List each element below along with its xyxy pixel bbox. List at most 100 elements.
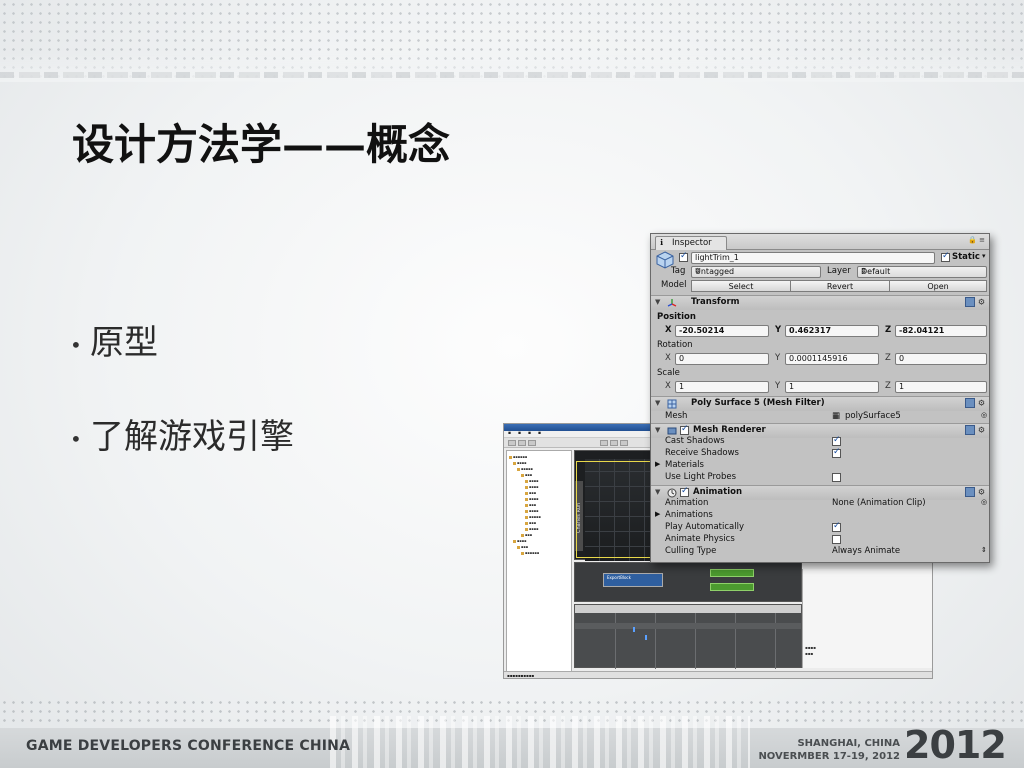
- mesh-value[interactable]: polySurface5: [845, 411, 901, 421]
- conference-dates: NOVERMBER 17-19, 2012: [758, 751, 900, 762]
- tag-dropdown[interactable]: Untagged ⇕: [691, 266, 821, 278]
- light-probes-checkbox[interactable]: [832, 473, 841, 482]
- bullet-item: • 了解游戏引擎: [70, 412, 294, 462]
- position-z-field[interactable]: -82.04121: [895, 325, 987, 337]
- help-book-icon: [964, 425, 975, 435]
- component-settings[interactable]: ⚙: [964, 297, 985, 307]
- fold-arrow-icon[interactable]: ▶: [655, 510, 660, 518]
- tree-item: ▪▪▪: [525, 521, 536, 525]
- toolbar-button-icon: [610, 440, 618, 446]
- active-checkbox[interactable]: [679, 251, 688, 262]
- rotation-z-field[interactable]: 0: [895, 353, 987, 365]
- fold-arrow-icon[interactable]: ▼: [655, 399, 660, 407]
- position-label-row: Position: [651, 311, 989, 325]
- lock-icon[interactable]: 🔒 ≡: [968, 236, 985, 244]
- position-y-field[interactable]: 0.462317: [785, 325, 879, 337]
- chevron-down-icon[interactable]: ▾: [982, 252, 986, 260]
- editor-menu-item: ▪: [528, 431, 532, 436]
- scale-label-row: Scale: [651, 367, 989, 381]
- fold-arrow-icon[interactable]: ▼: [655, 488, 660, 496]
- conference-year: 2012: [904, 723, 1007, 767]
- component-settings[interactable]: ⚙: [964, 425, 985, 435]
- toolbar-button-icon: [600, 440, 608, 446]
- object-name-row: lightTrim_1 Static ▾: [651, 251, 989, 265]
- timeline-tick: [615, 613, 616, 669]
- fold-arrow-icon[interactable]: ▶: [655, 460, 660, 468]
- model-row: Model Select Revert Open: [651, 279, 989, 293]
- mesh-filter-title: Poly Surface 5 (Mesh Filter): [691, 398, 825, 408]
- editor-menu-item: ▪: [508, 431, 512, 436]
- object-picker-icon[interactable]: ◎: [981, 498, 987, 506]
- animations-label: Animations: [665, 510, 713, 520]
- inspector-panel: ℹ Inspector 🔒 ≡ lightTrim_1 Static ▾ Tag…: [650, 233, 990, 563]
- component-settings[interactable]: ⚙: [964, 398, 985, 408]
- fold-arrow-icon[interactable]: ▼: [655, 426, 660, 434]
- transform-header[interactable]: ▼ Transform ⚙: [651, 295, 989, 310]
- graph-node: ExportBlock: [603, 573, 663, 587]
- graph-node-output: [710, 569, 754, 577]
- scale-row: X 1 Y 1 Z 1: [651, 380, 989, 394]
- tree-item: ▪▪▪▪: [513, 461, 527, 465]
- axis-z-label: Z: [885, 381, 891, 391]
- culling-value[interactable]: Always Animate: [832, 546, 900, 556]
- timeline-tick: [775, 613, 776, 669]
- scale-z-field[interactable]: 1: [895, 381, 987, 393]
- fold-arrow-icon[interactable]: ▼: [655, 298, 660, 306]
- position-x-field[interactable]: -20.50214: [675, 325, 769, 337]
- model-open-button[interactable]: Open: [889, 280, 987, 292]
- cast-shadows-checkbox[interactable]: [832, 435, 841, 446]
- toolbar-button-icon: [528, 440, 536, 446]
- editor-menu-item: ▪: [518, 431, 522, 436]
- scale-x-field[interactable]: 1: [675, 381, 769, 393]
- object-name-input[interactable]: lightTrim_1: [691, 252, 935, 264]
- mesh-row: Mesh ▦ polySurface5 ◎: [651, 410, 989, 424]
- component-settings[interactable]: ⚙: [964, 487, 985, 497]
- axis-z-label: Z: [885, 353, 891, 363]
- chevron-updown-icon[interactable]: ⇕: [981, 546, 987, 554]
- chevron-updown-icon: ⇕: [861, 267, 867, 275]
- transform-axes-icon: [667, 299, 677, 307]
- rotation-y-field[interactable]: 0.0001145916: [785, 353, 879, 365]
- axis-x-label: X: [665, 353, 671, 363]
- editor-menu-item: ▪: [538, 431, 542, 436]
- editor-node-graph: ExportBlock: [574, 562, 802, 602]
- timeline-tick: [735, 613, 736, 669]
- animation-clip-value[interactable]: None (Animation Clip): [832, 498, 926, 508]
- statusbar-text: ▪▪▪▪▪▪▪▪▪▪: [507, 673, 535, 678]
- mesh-filter-header[interactable]: ▼ Poly Surface 5 (Mesh Filter) ⚙: [651, 396, 989, 411]
- object-picker-icon[interactable]: ◎: [981, 411, 987, 419]
- tree-item: ▪▪▪▪: [525, 485, 539, 489]
- timeline-track: [575, 623, 801, 629]
- tree-item: ▪▪▪▪▪: [525, 515, 541, 519]
- tab-inspector[interactable]: ℹ Inspector: [655, 236, 727, 250]
- axis-z-label: Z: [885, 325, 892, 335]
- tree-item: ▪▪▪: [525, 491, 536, 495]
- animation-enabled-checkbox[interactable]: [680, 486, 689, 497]
- animate-physics-checkbox[interactable]: [832, 535, 841, 544]
- scale-y-field[interactable]: 1: [785, 381, 879, 393]
- editor-statusbar: ▪▪▪▪▪▪▪▪▪▪: [504, 671, 932, 678]
- play-auto-label: Play Automatically: [665, 522, 744, 532]
- position-label: Position: [657, 312, 696, 322]
- tree-item: ▪▪▪▪: [525, 527, 539, 531]
- slide-title: 设计方法学——概念: [72, 120, 451, 169]
- decorative-grunge-line: [0, 72, 1024, 78]
- bullet-text: 了解游戏引擎: [90, 417, 294, 457]
- rotation-x-field[interactable]: 0: [675, 353, 769, 365]
- layer-dropdown[interactable]: Default ⇕: [857, 266, 987, 278]
- receive-shadows-checkbox[interactable]: [832, 447, 841, 458]
- play-auto-checkbox[interactable]: [832, 521, 841, 532]
- gear-icon: ⚙: [977, 398, 985, 408]
- mesh-renderer-enabled-checkbox[interactable]: [680, 424, 689, 435]
- help-book-icon: [964, 398, 975, 408]
- axis-x-label: X: [665, 381, 671, 391]
- model-revert-button[interactable]: Revert: [790, 280, 890, 292]
- mesh-grid-icon: ▦: [832, 411, 841, 421]
- static-checkbox[interactable]: [941, 251, 950, 262]
- position-row: X -20.50214 Y 0.462317 Z -82.04121: [651, 324, 989, 338]
- model-select-button[interactable]: Select: [691, 280, 791, 292]
- tab-inspector-label: Inspector: [672, 238, 712, 248]
- transform-title: Transform: [691, 297, 740, 307]
- object-name-value: lightTrim_1: [695, 253, 739, 262]
- tag-layer-row: Tag Untagged ⇕ Layer Default ⇕: [651, 265, 989, 279]
